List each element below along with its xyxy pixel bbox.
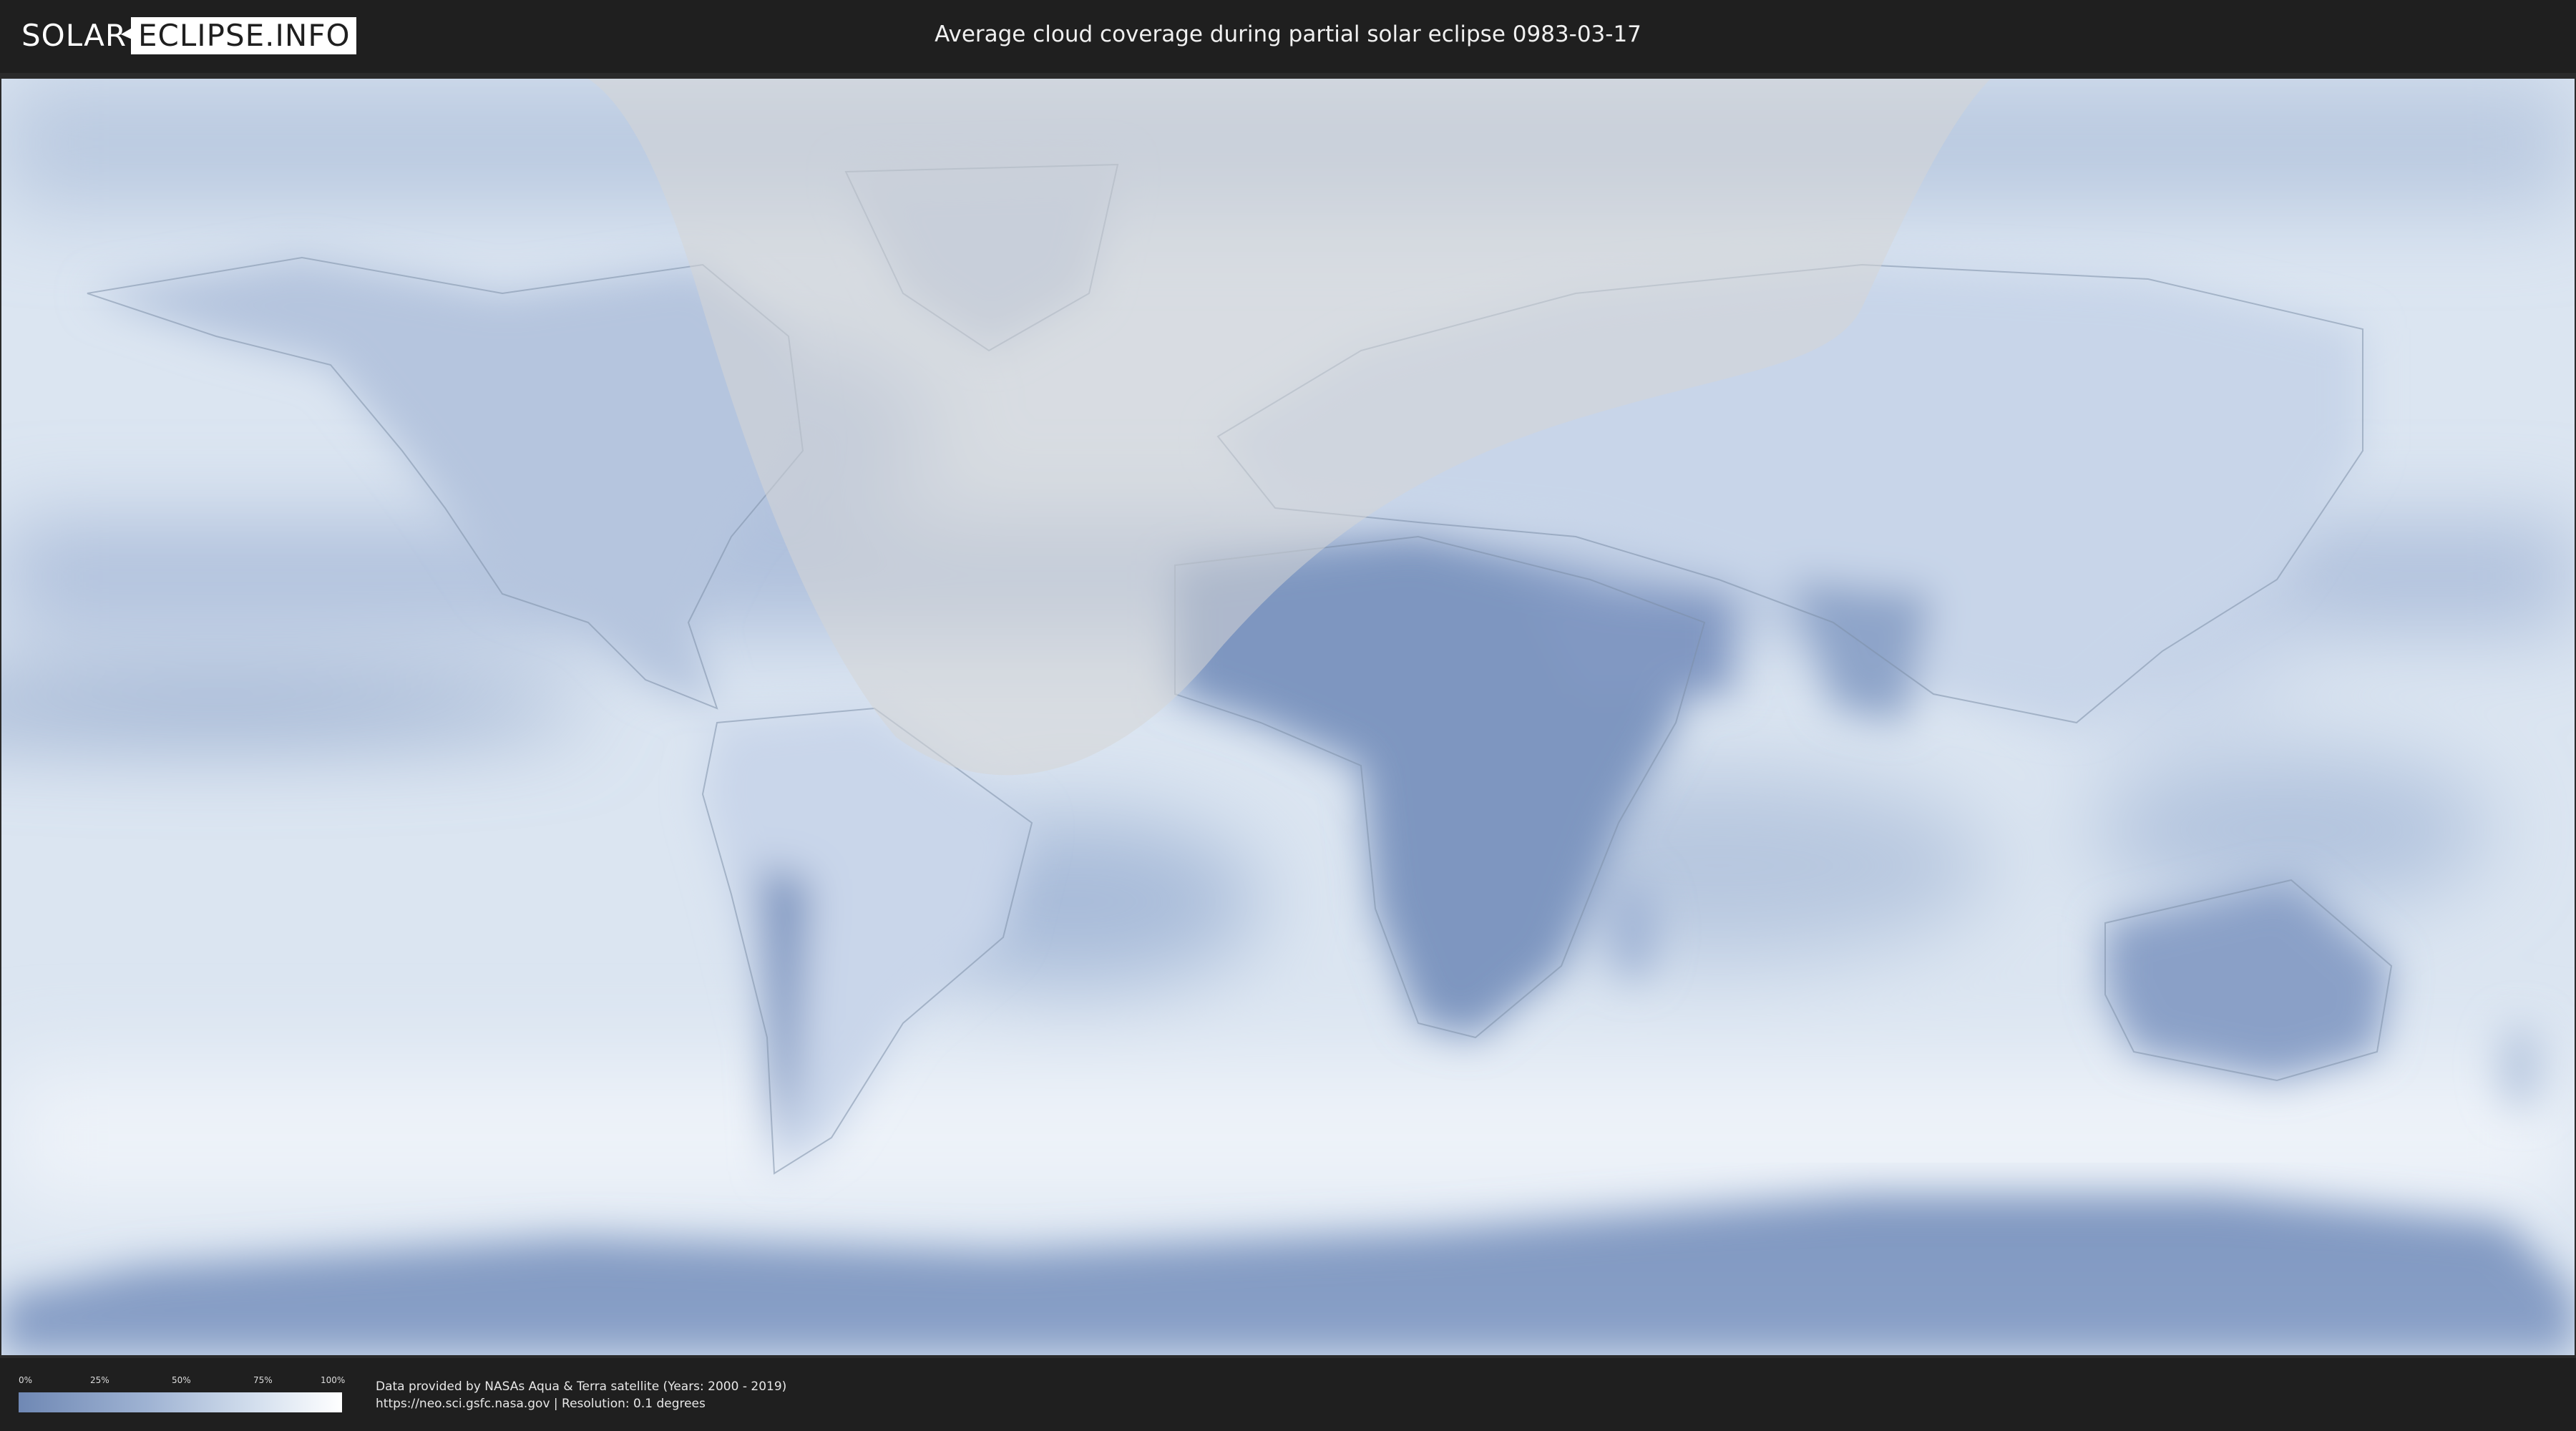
page-title: Average cloud coverage during partial so…	[935, 21, 1641, 47]
data-credits: Data provided by NASAs Aqua & Terra sate…	[376, 1378, 786, 1412]
footer-bar: 0% 25% 50% 75% 100% Data provided by NAS…	[0, 1359, 2576, 1431]
legend-tick-0: 0%	[19, 1375, 33, 1385]
credits-line-2[interactable]: https://neo.sci.gsfc.nasa.gov | Resoluti…	[376, 1395, 786, 1412]
coverage-legend: 0% 25% 50% 75% 100%	[19, 1375, 346, 1415]
legend-tick-25: 25%	[90, 1375, 109, 1385]
cloud-coverage-map	[1, 79, 2575, 1355]
legend-tick-75: 75%	[253, 1375, 273, 1385]
header-bar: SOLAR ECLIPSE.INFO Average cloud coverag…	[0, 0, 2576, 72]
map-svg	[1, 79, 2575, 1355]
map-frame	[0, 73, 2576, 1358]
credits-line-1: Data provided by NASAs Aqua & Terra sate…	[376, 1379, 787, 1394]
legend-color-bar	[19, 1392, 342, 1412]
legend-tick-50: 50%	[172, 1375, 191, 1385]
legend-tick-100: 100%	[321, 1375, 346, 1385]
